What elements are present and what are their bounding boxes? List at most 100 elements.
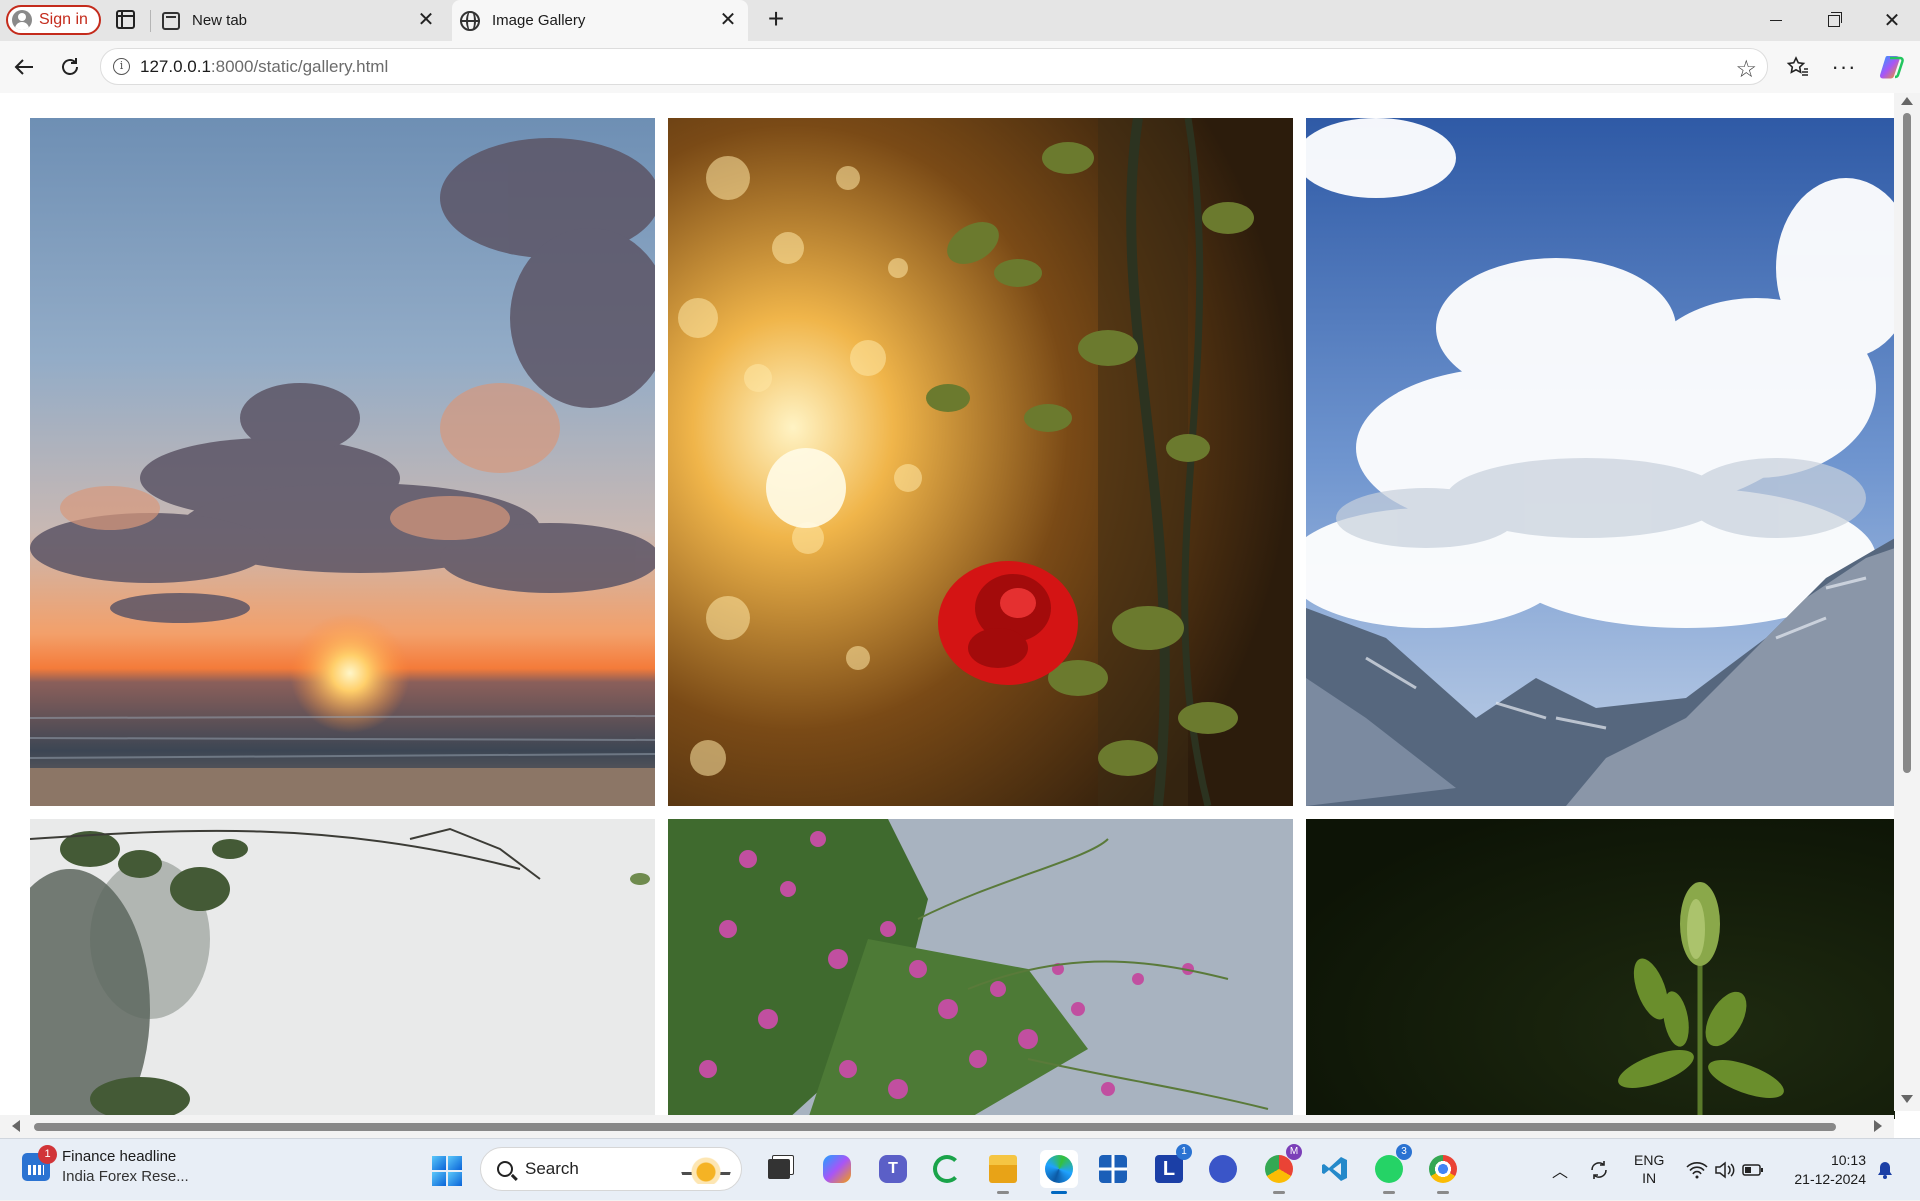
horizontal-scrollbar[interactable] xyxy=(0,1115,1894,1138)
tab-title: Image Gallery xyxy=(492,12,586,29)
browser-toolbar: i 127.0.0.1:8000/static/gallery.html ☆ ·… xyxy=(0,41,1920,93)
profile-avatar-icon xyxy=(12,10,32,30)
copilot-button[interactable] xyxy=(1874,49,1910,85)
tab-image-gallery[interactable]: Image Gallery ✕ xyxy=(452,0,748,41)
vscode-app[interactable] xyxy=(1316,1150,1354,1188)
chrome-icon xyxy=(1429,1155,1457,1183)
chrome-profile-app[interactable]: M xyxy=(1260,1144,1302,1194)
new-tab-favicon-icon xyxy=(162,11,180,30)
whatsapp-app[interactable]: 3 xyxy=(1370,1144,1412,1194)
minimize-button[interactable] xyxy=(1748,0,1804,41)
scroll-left-icon[interactable] xyxy=(12,1120,20,1132)
gallery-image-leaves[interactable] xyxy=(30,819,655,1119)
refresh-app[interactable] xyxy=(928,1150,966,1188)
system-clock[interactable]: 10:13 21-12-2024 xyxy=(1786,1151,1866,1189)
gallery-image-sunset[interactable] xyxy=(30,118,655,806)
show-hidden-icons-button[interactable]: ︿ xyxy=(1552,1139,1568,1201)
windows-logo-icon xyxy=(432,1156,446,1170)
chrome-app[interactable] xyxy=(1424,1150,1462,1194)
tab-actions-icon[interactable] xyxy=(116,10,135,29)
l-app-icon: L xyxy=(1155,1155,1183,1183)
language-code: ENG xyxy=(1634,1152,1665,1168)
edge-app[interactable] xyxy=(1040,1150,1078,1194)
windows-taskbar: 1 Finance headline India Forex Rese... S… xyxy=(0,1138,1920,1200)
notifications-button[interactable] xyxy=(1876,1139,1894,1201)
favorite-star-icon[interactable]: ☆ xyxy=(1735,55,1757,84)
tab-title: New tab xyxy=(192,12,248,29)
tab-new-tab[interactable]: New tab ✕ xyxy=(152,0,446,41)
horizontal-scroll-thumb[interactable] xyxy=(34,1123,1836,1131)
search-highlight-icon xyxy=(681,1154,731,1184)
scroll-up-icon[interactable] xyxy=(1901,97,1913,105)
page-content xyxy=(0,93,1920,1138)
gallery-image-mountains[interactable] xyxy=(1306,118,1895,806)
store-icon xyxy=(1099,1155,1127,1183)
quick-settings[interactable] xyxy=(1686,1139,1764,1201)
vscode-icon xyxy=(1322,1157,1347,1181)
sync-icon xyxy=(1591,1161,1607,1179)
copilot-app[interactable] xyxy=(818,1150,856,1188)
restore-button[interactable] xyxy=(1806,0,1862,41)
vertical-scroll-thumb[interactable] xyxy=(1903,113,1911,773)
back-button[interactable] xyxy=(6,49,42,85)
scroll-down-icon[interactable] xyxy=(1901,1095,1913,1103)
edge-icon xyxy=(1045,1155,1073,1183)
minimize-icon xyxy=(1770,20,1782,21)
gallery-image-rose[interactable] xyxy=(668,118,1293,806)
news-headline: Finance headline xyxy=(62,1148,177,1165)
region-code: IN xyxy=(1642,1170,1657,1186)
address-bar[interactable]: i 127.0.0.1:8000/static/gallery.html ☆ xyxy=(100,48,1768,85)
clock-time: 10:13 xyxy=(1830,1152,1866,1168)
store-app[interactable] xyxy=(1094,1150,1132,1188)
bell-icon xyxy=(1878,1162,1892,1179)
scroll-right-icon[interactable] xyxy=(1874,1120,1882,1132)
running-indicator xyxy=(997,1191,1009,1194)
volume-icon xyxy=(1715,1161,1735,1179)
sign-in-button[interactable]: Sign in xyxy=(6,5,101,35)
refresh-icon xyxy=(62,58,78,75)
running-indicator xyxy=(1383,1191,1395,1194)
lens-app[interactable]: L 1 xyxy=(1150,1144,1192,1188)
back-arrow-icon xyxy=(14,59,33,75)
new-tab-button[interactable]: + xyxy=(760,4,792,36)
sync-tray-icon[interactable] xyxy=(1588,1139,1610,1201)
close-tab-icon[interactable]: ✕ xyxy=(716,9,740,33)
close-icon: ✕ xyxy=(1883,10,1901,32)
more-menu-button[interactable]: ··· xyxy=(1826,49,1862,85)
close-tab-icon[interactable]: ✕ xyxy=(414,9,438,33)
wifi-icon xyxy=(1686,1162,1708,1179)
favorites-icon xyxy=(1786,56,1808,76)
input-language[interactable]: ENG IN xyxy=(1634,1151,1664,1187)
teams-app[interactable]: T xyxy=(874,1150,912,1188)
close-window-button[interactable]: ✕ xyxy=(1864,0,1920,41)
file-explorer-app[interactable] xyxy=(984,1150,1022,1194)
profile-badge: M xyxy=(1286,1144,1302,1160)
restore-icon xyxy=(1828,11,1842,27)
refresh-button[interactable] xyxy=(52,49,88,85)
sync-app-icon xyxy=(933,1155,961,1183)
chevron-up-icon: ︿ xyxy=(1552,1164,1569,1181)
teams-icon: T xyxy=(879,1155,907,1183)
gallery-image-bougainvillea[interactable] xyxy=(668,819,1293,1119)
news-widget[interactable]: 1 Finance headline India Forex Rese... xyxy=(22,1145,189,1187)
news-subtext: India Forex Rese... xyxy=(62,1168,189,1185)
whatsapp-icon xyxy=(1375,1155,1403,1183)
news-text: Finance headline India Forex Rese... xyxy=(62,1147,189,1187)
vpn-app[interactable] xyxy=(1204,1150,1242,1188)
running-indicator xyxy=(1273,1191,1285,1194)
gallery-image-flower-bud[interactable] xyxy=(1306,819,1895,1119)
copilot-icon xyxy=(1880,56,1904,79)
favorites-button[interactable] xyxy=(1780,49,1816,85)
sign-in-label: Sign in xyxy=(39,11,88,28)
vertical-scrollbar[interactable] xyxy=(1894,93,1920,1111)
taskbar-search[interactable]: Search xyxy=(480,1147,742,1191)
tab-strip: Sign in New tab ✕ Image Gallery ✕ + ✕ xyxy=(0,0,1920,41)
clock-date: 21-12-2024 xyxy=(1794,1171,1866,1187)
running-indicator xyxy=(1437,1191,1449,1194)
tab-divider xyxy=(150,10,151,32)
site-info-icon[interactable]: i xyxy=(113,58,130,75)
globe-icon xyxy=(460,10,480,31)
task-view-button[interactable] xyxy=(760,1150,798,1188)
start-button[interactable] xyxy=(432,1156,462,1186)
chrome-icon xyxy=(1265,1155,1293,1183)
